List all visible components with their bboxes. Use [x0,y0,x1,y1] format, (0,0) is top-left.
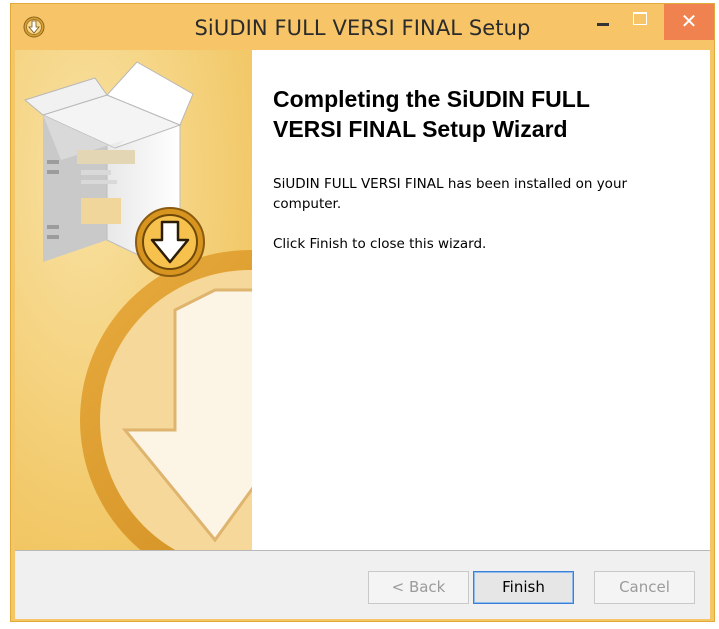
close-icon: ✕ [680,9,698,33]
page-title: Completing the SiUDIN FULL VERSI FINAL S… [273,84,673,144]
box-with-download-arrow-icon [15,50,252,550]
installed-line-2: computer. [273,196,342,212]
setup-window: SiUDIN FULL VERSI FINAL Setup ✕ Completi… [10,3,715,622]
side-banner [15,50,252,550]
title-bar[interactable]: SiUDIN FULL VERSI FINAL Setup ✕ [11,4,714,50]
heading-line-2: VERSI FINAL Setup Wizard [273,116,568,142]
finish-hint: Click Finish to close this wizard. [273,236,487,252]
wizard-content: Completing the SiUDIN FULL VERSI FINAL S… [15,50,710,550]
minimize-button[interactable] [589,4,617,32]
main-panel: Completing the SiUDIN FULL VERSI FINAL S… [252,50,710,550]
installed-line-1: SiUDIN FULL VERSI FINAL has been install… [273,176,628,192]
close-button[interactable]: ✕ [664,4,714,40]
maximize-button[interactable] [617,4,661,32]
heading-line-1: Completing the SiUDIN FULL [273,86,590,112]
button-bar: < Back Finish Cancel [15,551,710,619]
back-button[interactable]: < Back [368,571,469,604]
cancel-button[interactable]: Cancel [594,571,695,604]
installed-message: SiUDIN FULL VERSI FINAL has been install… [273,174,693,214]
finish-button[interactable]: Finish [473,571,574,604]
